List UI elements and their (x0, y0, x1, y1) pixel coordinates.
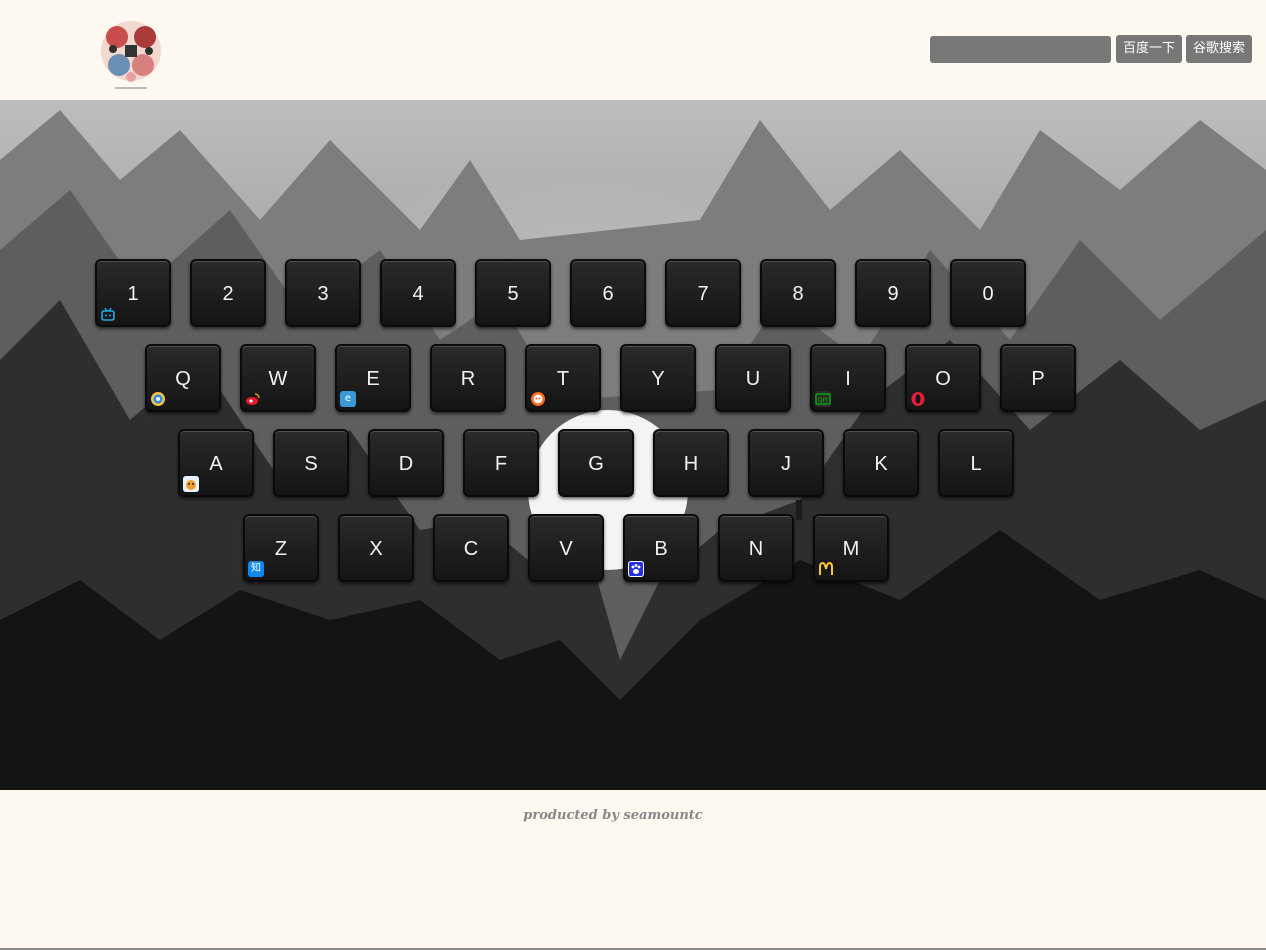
key-label: I (845, 368, 851, 390)
key-j[interactable]: J (748, 429, 824, 497)
key-label: L (970, 453, 982, 475)
key-v[interactable]: V (528, 514, 604, 582)
key-5[interactable]: 5 (475, 259, 551, 327)
key-x[interactable]: X (338, 514, 414, 582)
key-1[interactable]: 1 (95, 259, 171, 327)
footer-credit: producted by seamountc (523, 808, 703, 823)
taobao-icon (530, 391, 546, 407)
key-label: D (398, 453, 414, 475)
key-p[interactable]: P (1000, 344, 1076, 412)
key-label: N (748, 538, 764, 560)
key-label: Z (274, 538, 288, 560)
google-search-button[interactable]: 谷歌搜索 (1186, 35, 1252, 63)
header: 百度一下 谷歌搜索 (0, 0, 1266, 100)
key-label: 7 (697, 283, 709, 305)
key-label: T (556, 368, 570, 390)
key-label: J (781, 453, 791, 475)
search-input[interactable] (930, 36, 1111, 63)
key-4[interactable]: 4 (380, 259, 456, 327)
opera-icon (910, 391, 926, 407)
ie-browser-icon: e (340, 391, 356, 407)
key-c[interactable]: C (433, 514, 509, 582)
key-label: A (209, 453, 223, 475)
key-0[interactable]: 0 (950, 259, 1026, 327)
key-t[interactable]: T (525, 344, 601, 412)
key-e[interactable]: Ee (335, 344, 411, 412)
key-h[interactable]: H (653, 429, 729, 497)
key-label: V (559, 538, 573, 560)
key-a[interactable]: A (178, 429, 254, 497)
key-label: E (366, 368, 380, 390)
key-q[interactable]: Q (145, 344, 221, 412)
key-label: G (588, 453, 604, 475)
key-label: 0 (982, 283, 994, 305)
key-label: H (683, 453, 699, 475)
zhihu-icon: 知 (248, 561, 264, 577)
key-b[interactable]: B (623, 514, 699, 582)
bilibili-icon (100, 306, 116, 322)
key-o[interactable]: O (905, 344, 981, 412)
key-7[interactable]: 7 (665, 259, 741, 327)
key-label: W (268, 368, 288, 390)
key-label: 8 (792, 283, 804, 305)
qq-browser-icon (150, 391, 166, 407)
key-label: P (1031, 368, 1045, 390)
acfun-icon (183, 476, 199, 492)
key-d[interactable]: D (368, 429, 444, 497)
key-label: F (494, 453, 508, 475)
key-label: Y (651, 368, 665, 390)
key-label: 9 (887, 283, 899, 305)
key-label: 4 (412, 283, 424, 305)
key-w[interactable]: W (240, 344, 316, 412)
key-label: C (463, 538, 479, 560)
key-label: 5 (507, 283, 519, 305)
key-label: 3 (317, 283, 329, 305)
key-6[interactable]: 6 (570, 259, 646, 327)
key-u[interactable]: U (715, 344, 791, 412)
baidu-paw-icon (628, 561, 644, 577)
key-label: O (935, 368, 951, 390)
key-label: 2 (222, 283, 234, 305)
weibo-icon (245, 391, 261, 407)
key-8[interactable]: 8 (760, 259, 836, 327)
key-m[interactable]: M (813, 514, 889, 582)
key-9[interactable]: 9 (855, 259, 931, 327)
key-r[interactable]: R (430, 344, 506, 412)
key-label: 1 (127, 283, 139, 305)
key-s[interactable]: S (273, 429, 349, 497)
key-label: Q (175, 368, 191, 390)
key-z[interactable]: Z知 (243, 514, 319, 582)
iqiyi-icon: QIY (815, 391, 831, 407)
key-label: K (874, 453, 888, 475)
key-g[interactable]: G (558, 429, 634, 497)
key-label: S (304, 453, 318, 475)
key-f[interactable]: F (463, 429, 539, 497)
mcdonalds-icon (818, 561, 834, 577)
key-label: 6 (602, 283, 614, 305)
key-l[interactable]: L (938, 429, 1014, 497)
key-label: U (745, 368, 761, 390)
key-label: R (460, 368, 476, 390)
key-y[interactable]: Y (620, 344, 696, 412)
logo (97, 15, 167, 93)
key-2[interactable]: 2 (190, 259, 266, 327)
key-label: B (654, 538, 668, 560)
baidu-search-button[interactable]: 百度一下 (1116, 35, 1182, 63)
svg-text:QIY: QIY (818, 397, 828, 404)
key-n[interactable]: N (718, 514, 794, 582)
key-label: M (842, 538, 860, 560)
key-3[interactable]: 3 (285, 259, 361, 327)
key-i[interactable]: I QIY (810, 344, 886, 412)
key-label: X (369, 538, 383, 560)
key-k[interactable]: K (843, 429, 919, 497)
